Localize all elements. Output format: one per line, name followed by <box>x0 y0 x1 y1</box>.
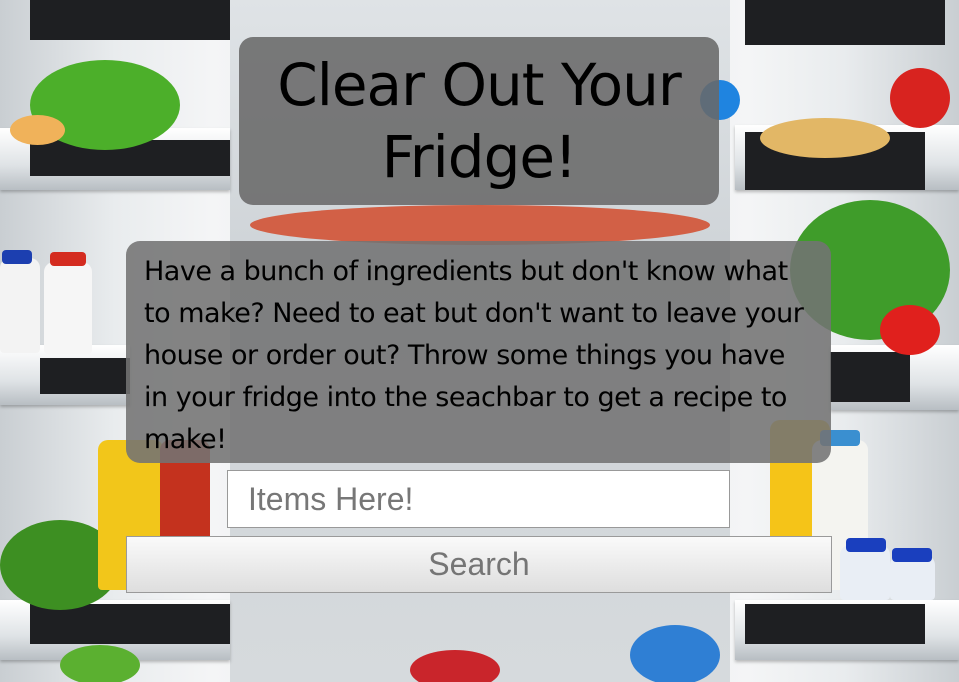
bottle-cap-blue <box>2 250 32 264</box>
right-door-shelf-upper-front <box>745 0 945 45</box>
milk-bottle-2 <box>44 262 92 354</box>
right-door-shelf-middle-front <box>830 352 910 402</box>
vegetables-middle-shelf <box>250 205 710 245</box>
strawberries-bottom <box>410 650 500 682</box>
blueberries-bottom <box>630 625 720 682</box>
eggs-right <box>760 118 890 158</box>
bottle-cap-red <box>50 252 86 266</box>
yogurt-lid-2 <box>892 548 932 562</box>
left-door-shelf-middle-front <box>40 358 130 394</box>
left-door-shelf-upper-front <box>30 0 230 40</box>
right-door-shelf-bottom-front <box>745 604 925 644</box>
yogurt-cup-1 <box>840 545 890 600</box>
left-door-shelf-bottom-front <box>30 604 230 644</box>
intro-text: Have a bunch of ingredients but don't kn… <box>144 256 804 455</box>
title-panel: Clear Out Your Fridge! <box>239 37 719 205</box>
page-title: Clear Out Your Fridge! <box>277 51 682 191</box>
search-button[interactable]: Search <box>126 536 832 593</box>
pepper-right <box>880 305 940 355</box>
milk-bottle-1 <box>0 258 40 353</box>
greens-left-lower <box>60 645 140 682</box>
yogurt-lid-1 <box>846 538 886 552</box>
intro-panel: Have a bunch of ingredients but don't kn… <box>126 241 831 463</box>
ingredients-search-input[interactable] <box>227 470 730 528</box>
eggs-left <box>10 115 65 145</box>
apple-right <box>890 68 950 128</box>
